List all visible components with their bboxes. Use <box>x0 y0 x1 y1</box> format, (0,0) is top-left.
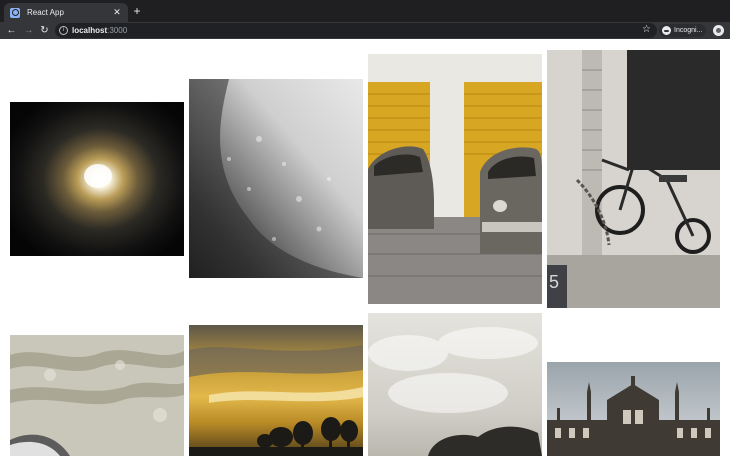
forward-button[interactable]: → <box>21 23 36 38</box>
browser-tab[interactable]: React App ✕ <box>4 3 128 22</box>
new-tab-button[interactable]: + <box>131 5 143 17</box>
reload-button[interactable]: ↻ <box>37 23 52 38</box>
browser-toolbar: ← → ↻ i localhost:3000 ☆ Incogni... <box>0 22 730 39</box>
address-url: localhost:3000 <box>72 25 127 36</box>
extension-icon[interactable] <box>713 25 724 36</box>
browser-tabstrip: React App ✕ + <box>0 0 730 22</box>
react-app-favicon-icon <box>10 7 20 18</box>
photo-tricycle[interactable]: 5 <box>547 50 720 308</box>
address-bar[interactable]: i localhost:3000 ☆ <box>55 23 657 38</box>
back-button[interactable]: ← <box>4 23 19 38</box>
bookmark-star-icon[interactable]: ☆ <box>642 24 651 36</box>
photo-light-tunnel[interactable] <box>10 102 184 256</box>
gothic-building-image <box>547 362 720 456</box>
photo-water-droplets[interactable] <box>189 79 363 278</box>
water-droplets-image <box>189 79 363 278</box>
svg-text:5: 5 <box>549 272 559 292</box>
photo-golden-sunset[interactable] <box>189 325 363 456</box>
vintage-cars-image <box>368 54 542 304</box>
cloudy-sky-image <box>368 313 542 456</box>
profile-label: Incogni... <box>674 27 703 34</box>
tricycle-image: 5 <box>547 50 720 308</box>
close-tab-icon[interactable]: ✕ <box>111 7 123 19</box>
golden-sunset-image <box>189 325 363 456</box>
photo-vintage-cars[interactable] <box>368 54 542 304</box>
incognito-icon <box>662 26 671 35</box>
photo-gallery: 5 <box>0 39 730 456</box>
url-port: :3000 <box>107 26 128 35</box>
light-tunnel-image <box>10 102 184 256</box>
photo-cloudy-sky[interactable] <box>368 313 542 456</box>
photo-gothic-building[interactable] <box>547 362 720 456</box>
incognito-profile-button[interactable]: Incogni... <box>659 24 706 37</box>
site-info-icon[interactable]: i <box>59 26 68 35</box>
url-host: localhost <box>72 26 108 35</box>
photo-aerial-landscape[interactable] <box>10 335 184 456</box>
aerial-landscape-image <box>10 335 184 456</box>
tab-title: React App <box>27 8 64 17</box>
